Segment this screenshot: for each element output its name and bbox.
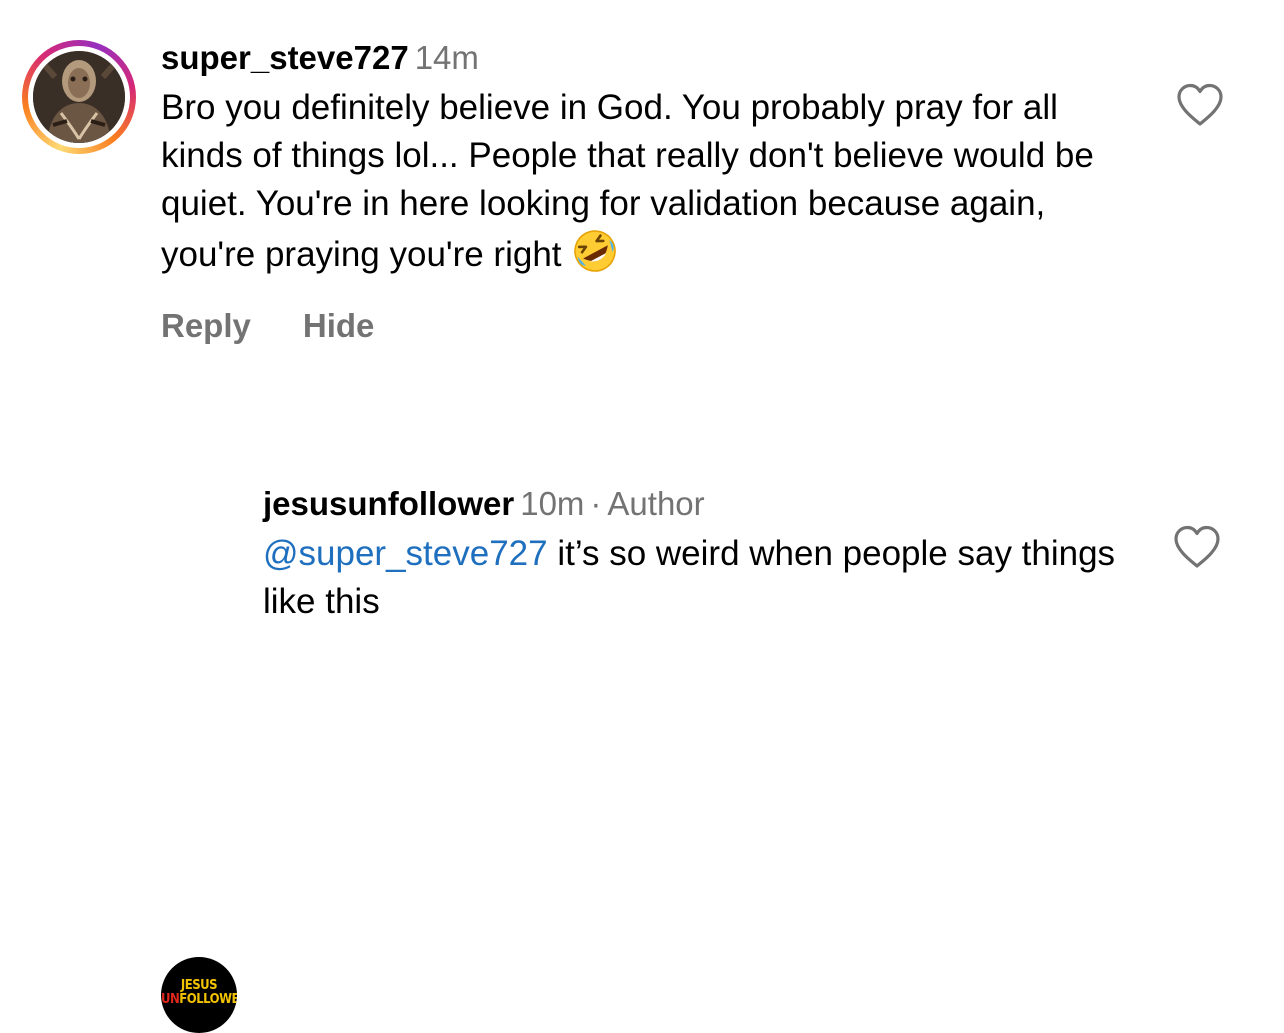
comment-body: super_steve727 14m Bro you definitely bel… [161,38,1141,345]
comment-meta: super_steve727 14m [161,38,1141,78]
story-ring-avatar[interactable] [22,40,136,154]
heart-outline-icon [1177,83,1223,126]
avatar-logo-line2: UNFOLLOWER [161,993,237,1006]
meta-separator: · [590,485,602,522]
comment-text-content: Bro you definitely believe in God. You p… [161,88,1094,274]
author-avatar[interactable]: JESUS UNFOLLOWER [161,957,237,1033]
timestamp: 10m [520,485,585,522]
avatar-logo-accent: UN [161,992,180,1007]
mention-link[interactable]: @super_steve727 [263,534,548,573]
comment-meta: jesusunfollower 10m · Author [263,484,1143,524]
reply-comment-item: JESUS UNFOLLOWER jesusunfollower10m·Auth… [0,470,1284,1033]
user-avatar-photo [33,51,125,143]
timestamp: 14m [414,39,479,76]
author-badge: Author [607,485,705,522]
username-link[interactable]: jesusunfollower [263,485,514,522]
comment-item: super_steve727 14m Bro you definitely bel… [0,0,1284,430]
heart-outline-icon [1174,525,1220,568]
like-button[interactable] [1172,524,1222,570]
avatar-logo-rest: FOLLOWER [179,992,237,1007]
like-button[interactable] [1175,82,1225,128]
hide-button[interactable]: Hide [303,307,375,344]
comment-text: @super_steve727 it’s so weird when peopl… [263,530,1143,626]
comment-text: Bro you definitely believe in God. You p… [161,84,1141,279]
comment-body: jesusunfollower 10m · Author @super_steve72… [263,484,1143,626]
avatar-logo-line1: JESUS [180,978,218,993]
reply-button[interactable]: Reply [161,307,251,344]
rolling-on-floor-laughing-emoji-icon [573,230,616,272]
comment-actions: Reply Hide [161,307,1141,345]
tattoo-photo-avatar-icon [33,51,125,143]
username-link[interactable]: super_steve727 [161,39,409,76]
